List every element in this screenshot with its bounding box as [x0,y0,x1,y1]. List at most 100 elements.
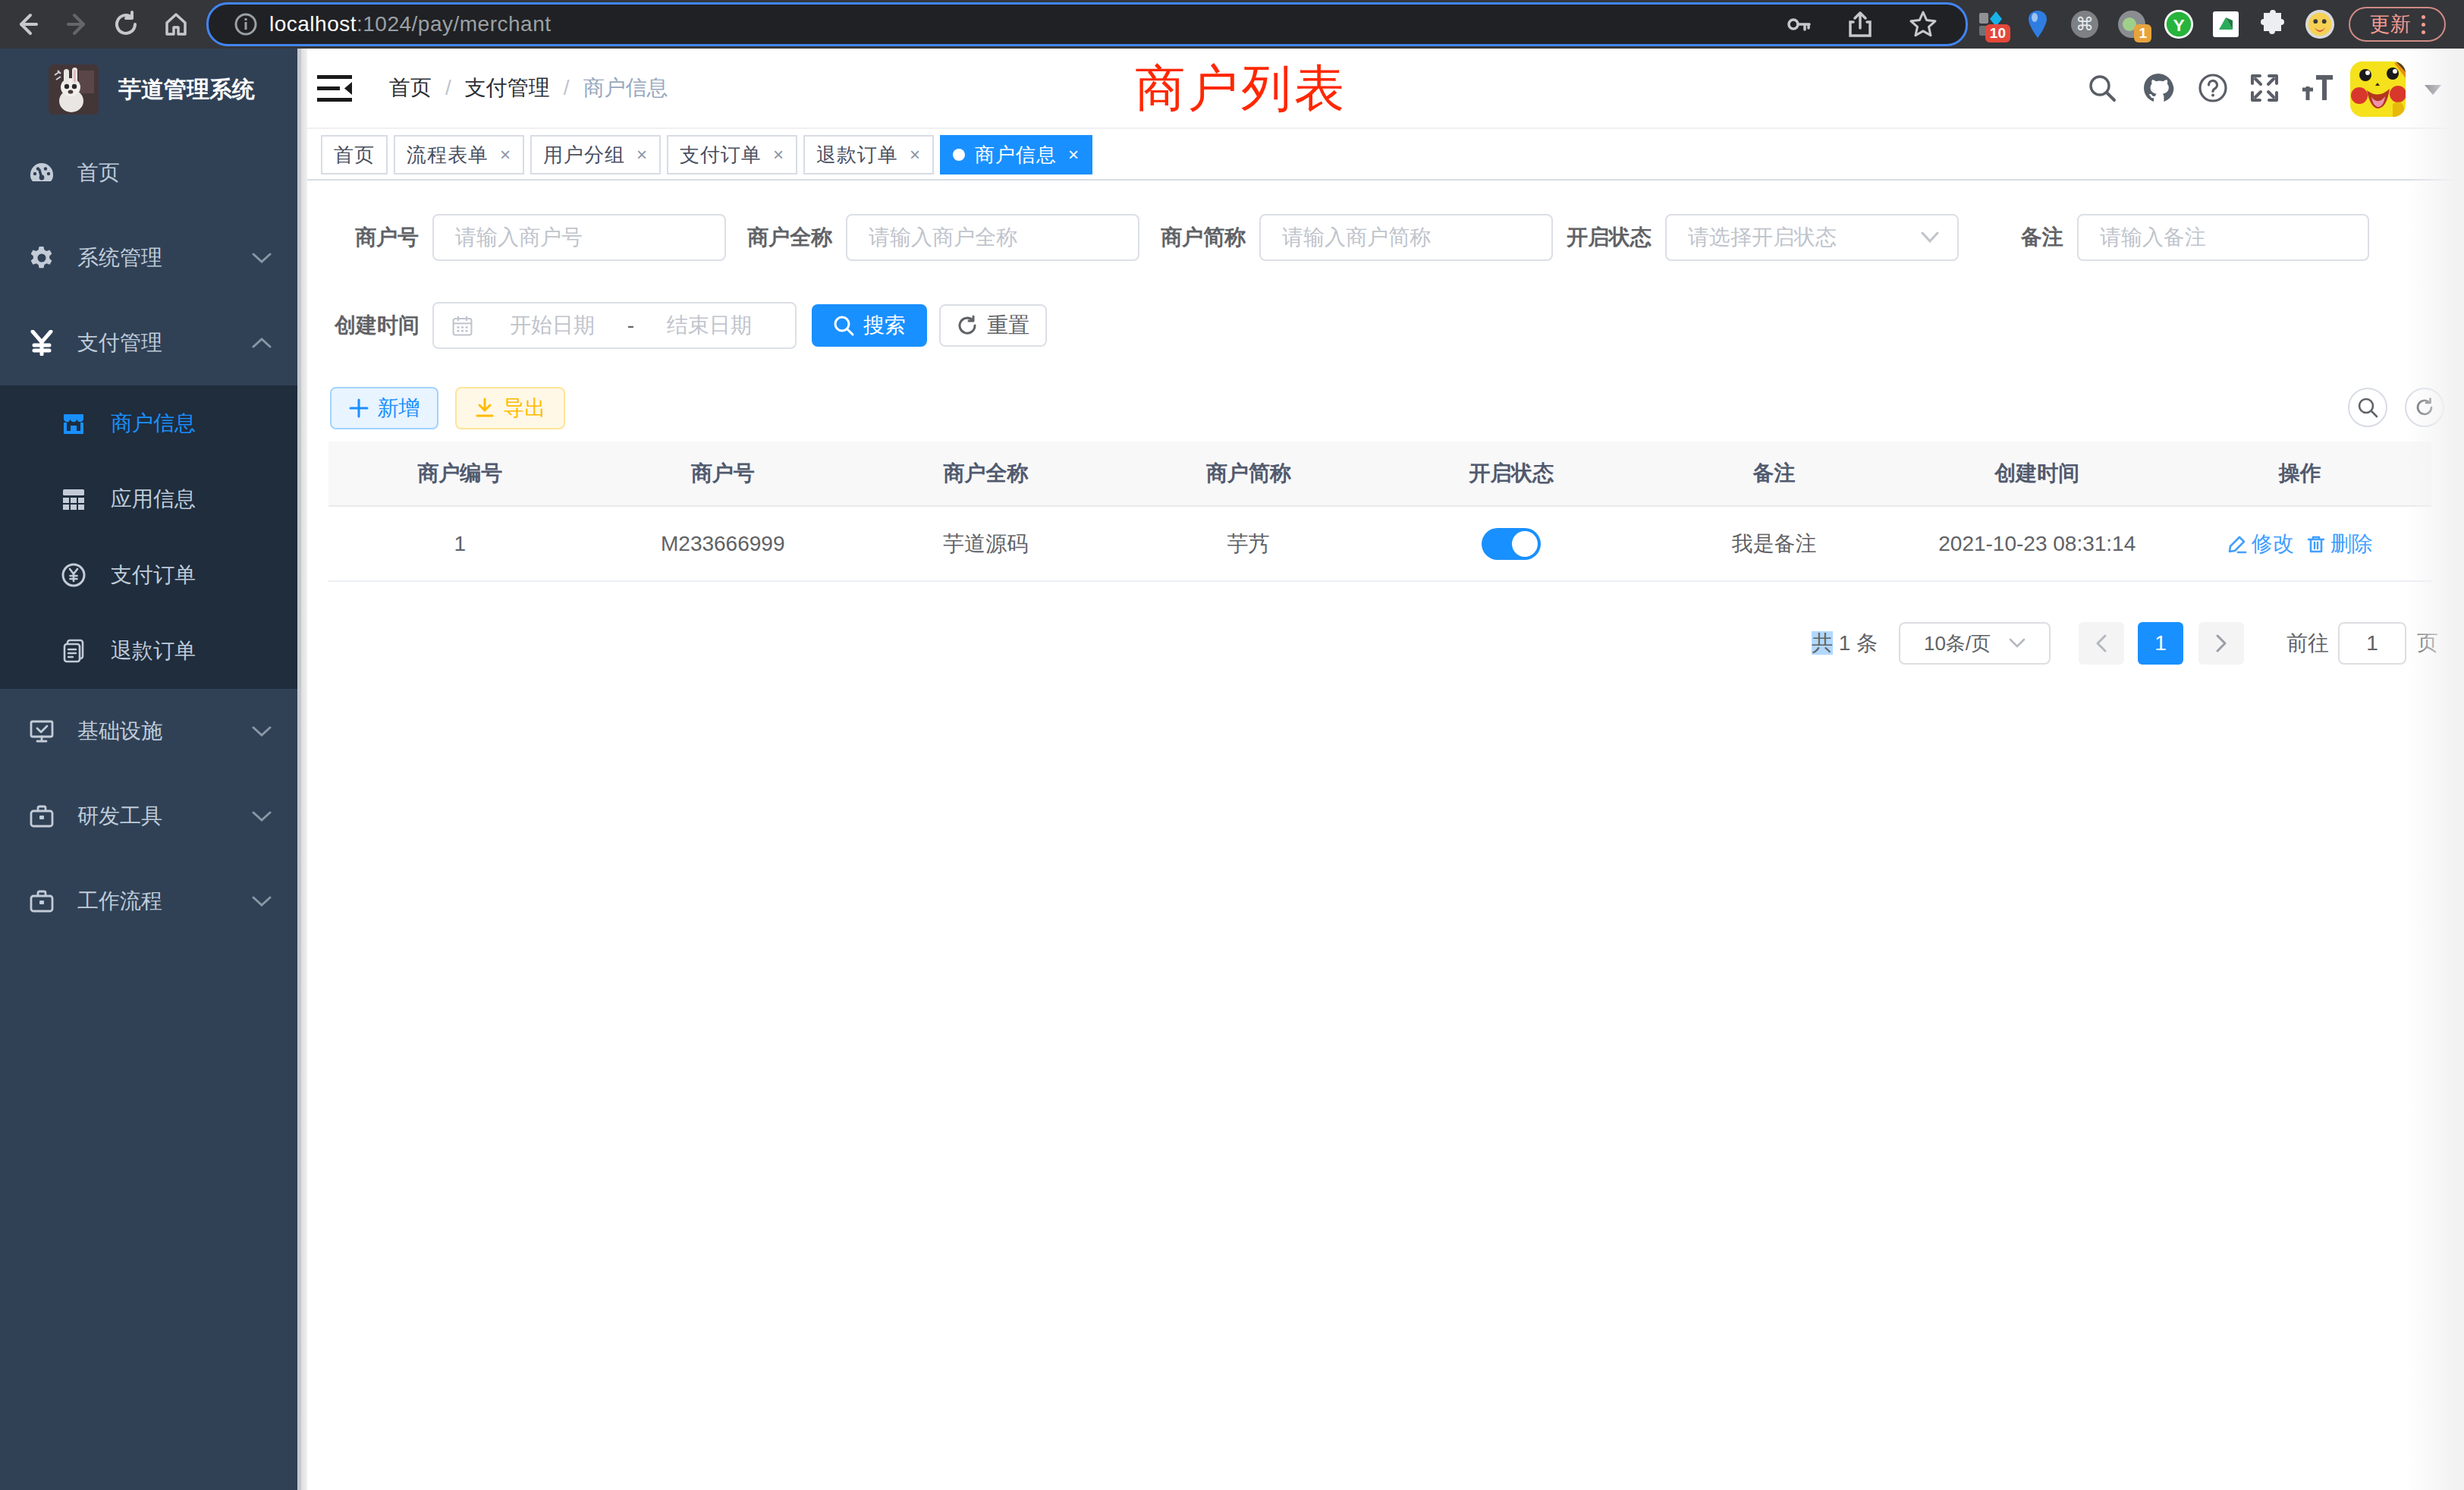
pagination-prev-button[interactable] [2079,622,2124,665]
github-icon[interactable] [2137,49,2180,127]
font-size-icon[interactable] [2295,49,2337,127]
app-logo[interactable]: 芋道管理系统 [0,49,297,130]
profile-emoji-icon[interactable] [2305,9,2335,39]
sidebar-submenu-pay: 商户信息 应用信息 支付订单 退款订单 [0,385,297,689]
bookmark-star-icon[interactable] [1908,9,1938,39]
delete-link-label: 删除 [2330,530,2373,558]
close-icon[interactable]: × [910,144,921,165]
col-merchant-no: 商户号 [592,459,855,488]
browser-address-bar[interactable]: localhost:1024/pay/merchant [206,2,1968,46]
pagination-total-highlight: 共 [1812,631,1833,655]
extension-doc-icon[interactable] [2211,9,2241,39]
breadcrumb-current: 商户信息 [583,74,668,102]
tags-view-bar: 首页 流程表单× 用户分组 × 支付订单× 退款订单× 商户信息× [307,129,2464,181]
share-icon[interactable] [1846,10,1875,39]
remark-input[interactable] [2077,214,2369,261]
close-icon[interactable]: × [773,144,784,165]
password-key-icon[interactable] [1784,10,1812,39]
avatar-caret-icon[interactable] [2425,85,2441,95]
merchant-no-label: 商户号 [237,214,419,261]
search-button[interactable]: 搜索 [812,304,927,347]
browser-back-button[interactable] [8,0,47,49]
chevron-down-icon [252,895,272,910]
sidebar-item-devtools[interactable]: 研发工具 [0,774,297,859]
yen-circle-icon [61,563,86,587]
pagination-goto-label: 前往 [2286,622,2329,665]
sidebar-item-pay-order[interactable]: 支付订单 [0,537,297,613]
show-search-toggle-button[interactable] [2348,388,2387,427]
site-info-icon[interactable] [233,11,259,37]
briefcase-icon [29,805,55,828]
pagination-page-1[interactable]: 1 [2138,622,2183,665]
page-size-value: 10条/页 [1924,630,1991,657]
tag-tab-home[interactable]: 首页 [321,135,388,174]
create-time-range-picker[interactable]: 开始日期 - 结束日期 [432,302,797,349]
header-search-icon[interactable] [2081,49,2123,127]
status-toggle[interactable] [1482,528,1541,560]
cell-status [1380,528,1643,560]
help-icon[interactable] [2192,49,2234,127]
dashboard-icon [29,162,55,184]
browser-menu-icon[interactable] [2422,15,2425,34]
browser-home-button[interactable] [156,0,196,49]
col-short-name: 商户简称 [1117,459,1381,488]
chevron-left-icon [2094,633,2109,653]
tag-tab-pay-order[interactable]: 支付订单× [667,135,797,174]
edit-link-label: 修改 [2252,530,2294,558]
sidebar-item-infra[interactable]: 基础设施 [0,689,297,774]
update-label: 更新 [2370,11,2411,38]
page-scrollbar-gutter [2406,49,2464,1490]
extension-pin-icon[interactable] [2022,9,2053,39]
close-icon[interactable]: × [1068,144,1080,165]
sidebar-item-refund-order[interactable]: 退款订单 [0,613,297,689]
extension-tabs-icon[interactable]: 10 [1975,9,2006,39]
refresh-table-button[interactable] [2405,388,2444,427]
tag-tab-merchant-info[interactable]: 商户信息× [940,135,1092,174]
browser-forward-button[interactable] [58,0,97,49]
tag-tab-refund-order[interactable]: 退款订单× [803,135,934,174]
user-avatar[interactable] [2350,61,2406,117]
fullscreen-icon[interactable] [2243,49,2286,127]
sidebar-item-app-info[interactable]: 应用信息 [0,461,297,537]
breadcrumb-home[interactable]: 首页 [389,74,432,102]
sidebar-item-label: 工作流程 [77,887,162,916]
sidebar-item-home[interactable]: 首页 [0,130,297,215]
sidebar-item-label: 系统管理 [77,244,162,272]
extension-command-icon[interactable]: ⌘ [2070,9,2100,39]
page-size-select[interactable]: 10条/页 [1899,622,2051,665]
export-button[interactable]: 导出 [455,387,565,429]
sidebar-item-label: 应用信息 [111,485,196,514]
date-separator: - [623,313,639,338]
sidebar-item-workflow[interactable]: 工作流程 [0,859,297,944]
trash-icon [2306,534,2326,554]
col-merchant-id: 商户编号 [328,459,592,488]
browser-reload-button[interactable] [106,0,146,49]
breadcrumb-pay[interactable]: 支付管理 [465,74,550,102]
add-button[interactable]: 新增 [330,387,438,429]
pagination-goto-input[interactable]: 1 [2338,622,2406,665]
tag-tab-process-form[interactable]: 流程表单× [394,135,524,174]
extension-proxy-icon[interactable]: 1 [2117,9,2147,39]
edit-link[interactable]: 修改 [2227,530,2294,558]
extension-y-icon[interactable]: Y [2164,9,2194,39]
tag-tab-user-group[interactable]: 用户分组 × [530,135,661,174]
extension-badge: 1 [2134,24,2151,42]
reset-button[interactable]: 重置 [939,304,1047,347]
active-dot [953,149,965,161]
end-date-placeholder[interactable]: 结束日期 [639,311,780,340]
sidebar-item-merchant-info[interactable]: 商户信息 [0,385,297,461]
browser-update-button[interactable]: 更新 [2349,7,2446,42]
export-button-label: 导出 [504,394,546,423]
sidebar-collapse-icon[interactable] [317,75,354,105]
tab-label: 用户分组 [543,142,625,168]
table-header-row: 商户编号 商户号 商户全称 商户简称 开启状态 备注 创建时间 操作 [328,442,2431,507]
breadcrumb-separator: / [445,76,451,100]
delete-link[interactable]: 删除 [2306,530,2373,558]
pagination-next-button[interactable] [2198,622,2244,665]
download-icon [475,398,495,419]
extensions-puzzle-icon[interactable] [2258,9,2288,39]
start-date-placeholder[interactable]: 开始日期 [482,311,623,340]
close-icon[interactable]: × [500,144,511,165]
close-icon[interactable]: × [636,144,648,165]
cell-merchant-id: 1 [328,532,592,556]
